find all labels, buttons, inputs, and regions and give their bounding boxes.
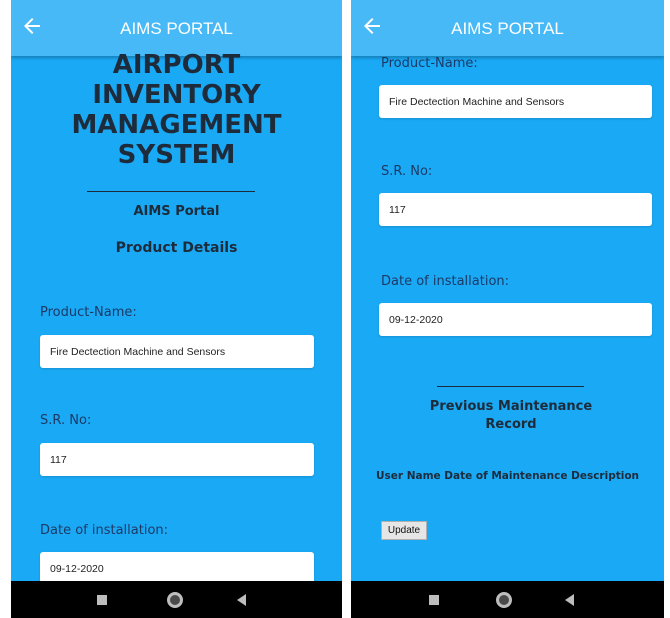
maintenance-divider [437, 386, 584, 387]
product-name-field[interactable]: Fire Dectection Machine and Sensors [40, 335, 314, 368]
system-title-line: SYSTEM [117, 140, 236, 170]
portal-subtitle: AIMS Portal [133, 204, 220, 219]
title-divider [87, 191, 255, 192]
right-screen: AIMS PORTAL Product-Name: Fire Dectectio… [351, 0, 664, 618]
system-title: AIRPORT INVENTORY MANAGEMENT SYSTEM [11, 50, 342, 170]
circle-home-icon[interactable] [167, 592, 183, 608]
system-title-line: MANAGEMENT [71, 110, 282, 140]
section-title: Product Details [115, 240, 238, 256]
app-title: AIMS PORTAL [120, 19, 233, 38]
sr-no-label: S.R. No: [40, 413, 92, 428]
app-title: AIMS PORTAL [451, 19, 564, 38]
update-button[interactable]: Update [381, 521, 427, 540]
date-installation-label: Date of installation: [40, 523, 169, 538]
maintenance-title-line: Previous Maintenance [429, 399, 593, 414]
system-nav-bar [351, 581, 664, 618]
date-installation-label: Date of installation: [381, 274, 510, 289]
square-recent-icon[interactable] [429, 592, 439, 605]
maintenance-table-header: User Name Date of Maintenance Descriptio… [375, 470, 640, 482]
triangle-back-icon[interactable] [237, 592, 246, 606]
maintenance-title: Previous Maintenance Record [351, 398, 664, 434]
product-name-label: Product-Name: [40, 305, 137, 320]
sr-no-field[interactable]: 117 [40, 443, 314, 476]
system-title-line: AIRPORT [112, 50, 241, 80]
app-bar: AIMS PORTAL [351, 0, 664, 56]
maintenance-title-line: Record [485, 417, 537, 432]
product-name-label: Product-Name: [381, 56, 478, 71]
system-title-line: INVENTORY [92, 80, 261, 110]
product-name-field[interactable]: Fire Dectection Machine and Sensors [379, 85, 652, 118]
left-screen: AIMS PORTAL AIRPORT INVENTORY MANAGEMENT… [11, 0, 342, 618]
app-bar: AIMS PORTAL [11, 0, 342, 56]
triangle-back-icon[interactable] [565, 592, 574, 606]
square-recent-icon[interactable] [97, 592, 107, 605]
system-nav-bar [11, 581, 342, 618]
circle-home-icon[interactable] [496, 592, 512, 608]
sr-no-label: S.R. No: [381, 164, 433, 179]
date-installation-field[interactable]: 09-12-2020 [379, 303, 652, 336]
sr-no-field[interactable]: 117 [379, 193, 652, 226]
